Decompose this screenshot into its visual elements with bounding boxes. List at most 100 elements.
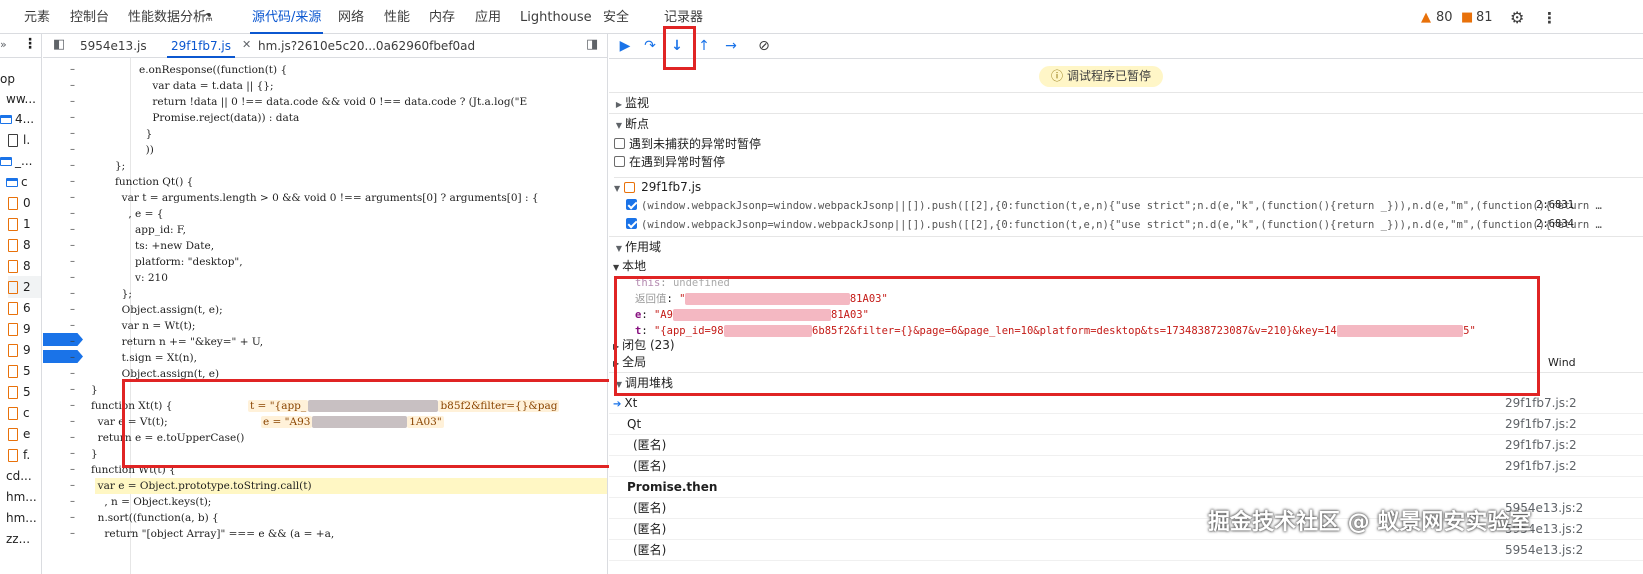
callstack-frame[interactable]: Qt 29f1fb7.js:2 [609, 414, 1643, 435]
tree-item[interactable]: 5 [8, 360, 41, 382]
breakpoint-entry[interactable]: (window.webpackJsonp=window.webpackJsonp… [626, 196, 1643, 215]
tree-item[interactable]: cd... [6, 465, 41, 487]
step-out-icon[interactable]: ↑ [695, 37, 713, 55]
breakpoint-location: 2:6831 [1536, 199, 1574, 211]
tab-performance-insights[interactable]: 性能数据分析 [128, 0, 206, 34]
gutter-line-marker[interactable]: – [70, 302, 82, 318]
tree-item[interactable]: op [0, 68, 41, 90]
gutter-line-marker[interactable]: – [70, 462, 82, 478]
gutter-line-marker[interactable]: – [70, 254, 82, 270]
watch-section-header[interactable]: ▶ 监视 [609, 92, 1643, 112]
tree-item[interactable]: e [8, 423, 41, 445]
tree-item[interactable]: 9 [8, 318, 41, 340]
tree-item[interactable]: c [6, 171, 41, 193]
callstack-frame[interactable]: (匿名) 5954e13.js:2 [609, 540, 1643, 561]
callstack-frame[interactable]: ➔ Xt 29f1fb7.js:2 [609, 393, 1643, 414]
tab-network[interactable]: 网络 [338, 0, 364, 34]
editor-tab-5954e13[interactable]: 5954e13.js [80, 34, 147, 58]
gutter-line-marker[interactable]: – [70, 190, 82, 206]
tab-sources[interactable]: 源代码/来源 [249, 0, 324, 34]
step-icon[interactable]: → [722, 37, 740, 55]
tree-item[interactable]: l. [8, 129, 41, 151]
gutter-line-marker[interactable]: – [70, 430, 82, 446]
callstack-frame[interactable]: (匿名) 29f1fb7.js:2 [609, 435, 1643, 456]
tab-memory[interactable]: 内存 [429, 0, 455, 34]
tree-item[interactable]: 9 [8, 339, 41, 361]
tree-item[interactable]: 6 [8, 297, 41, 319]
step-over-icon[interactable]: ↷ [641, 37, 659, 55]
gutter-line-marker[interactable]: – [70, 398, 82, 414]
gutter-line-marker[interactable]: – [70, 142, 82, 158]
close-tab-icon[interactable]: ✕ [242, 38, 251, 51]
tree-item[interactable]: 4... [0, 108, 41, 130]
pause-caught-option[interactable]: 在遇到异常时暂停 [614, 153, 725, 172]
gutter-line-marker[interactable]: – [70, 526, 82, 542]
resume-icon[interactable]: ▶ [616, 37, 634, 55]
callstack-frame[interactable]: (匿名) 29f1fb7.js:2 [609, 456, 1643, 477]
breakpoint-entry[interactable]: (window.webpackJsonp=window.webpackJsonp… [626, 215, 1643, 234]
deactivate-breakpoints-icon[interactable]: ⊘ [755, 37, 773, 55]
scope-section-header[interactable]: ▼ 作用域 [609, 236, 1643, 256]
pause-uncaught-checkbox[interactable] [614, 138, 625, 149]
tree-item-selected[interactable]: 2 [8, 276, 41, 298]
tree-item[interactable]: _... [0, 150, 41, 172]
breakpoints-section-header[interactable]: ▼ 断点 [609, 113, 1643, 133]
tab-console[interactable]: 控制台 [70, 0, 109, 34]
gutter-line-marker[interactable]: – [70, 126, 82, 142]
tab-performance[interactable]: 性能 [384, 0, 410, 34]
breakpoint-checkbox[interactable] [626, 199, 637, 210]
tree-item[interactable]: zz... [6, 528, 41, 550]
tree-item[interactable]: 0 [8, 192, 41, 214]
breakpoint-checkbox[interactable] [626, 218, 637, 229]
toggle-navigator-icon[interactable]: ◧ [53, 37, 65, 52]
gutter-line-marker[interactable]: – [70, 366, 82, 382]
gutter-line-marker[interactable]: – [70, 158, 82, 174]
chevron-right-icon[interactable]: » [0, 38, 7, 51]
gutter-line-marker[interactable]: – [70, 334, 82, 350]
tab-application[interactable]: 应用 [475, 0, 501, 34]
editor-tab-29f1fb7[interactable]: 29f1fb7.js [166, 34, 236, 58]
issue-count[interactable]: 81 [1476, 0, 1493, 34]
more-icon[interactable]: ⋮ [23, 36, 37, 52]
tree-item[interactable]: ww... [6, 88, 41, 110]
warning-count[interactable]: 80 [1436, 0, 1453, 34]
gutter-line-marker[interactable]: – [70, 494, 82, 510]
tree-item[interactable]: f. [8, 444, 41, 466]
breakpoint-file-row[interactable]: ▼ 29f1fb7.js [614, 177, 1643, 196]
more-menu-icon[interactable]: ⋮ [1542, 0, 1557, 34]
toggle-debugger-icon[interactable]: ◨ [586, 37, 598, 52]
tree-item[interactable]: 8 [8, 255, 41, 277]
tree-item[interactable]: c [8, 402, 41, 424]
gutter-line-marker[interactable]: – [70, 350, 82, 366]
gutter-line-marker[interactable]: – [70, 478, 82, 494]
pause-caught-checkbox[interactable] [614, 156, 625, 167]
tree-item[interactable]: hm... [6, 507, 41, 529]
tab-security[interactable]: 安全 [603, 0, 629, 34]
tree-item[interactable]: 8 [8, 234, 41, 256]
gutter-line-marker[interactable]: – [70, 222, 82, 238]
tab-elements[interactable]: 元素 [24, 0, 50, 34]
gutter-line-marker[interactable]: – [70, 94, 82, 110]
gutter-line-marker[interactable]: – [70, 238, 82, 254]
tab-lighthouse[interactable]: Lighthouse [520, 0, 592, 34]
gear-icon[interactable]: ⚙ [1510, 0, 1524, 34]
gutter-line-marker[interactable]: – [70, 270, 82, 286]
gutter-line-marker[interactable]: – [70, 446, 82, 462]
editor-tab-hm[interactable]: hm.js?2610e5c20...0a62960fbef0ad [258, 34, 475, 58]
gutter-line-marker[interactable]: – [70, 414, 82, 430]
local-scope-header[interactable]: ▼ 本地 [613, 257, 646, 276]
gutter-line-marker[interactable]: – [70, 286, 82, 302]
gutter-line-marker[interactable]: – [70, 318, 82, 334]
tree-item[interactable]: 5 [8, 381, 41, 403]
gutter-line-marker[interactable]: – [70, 110, 82, 126]
pause-uncaught-option[interactable]: 遇到未捕获的异常时暂停 [614, 135, 761, 154]
tree-item[interactable]: hm... [6, 486, 41, 508]
tree-item[interactable]: 1 [8, 213, 41, 235]
code-area[interactable]: e.onResponse((function(t) { var data = t… [91, 58, 607, 574]
gutter-line-marker[interactable]: – [70, 382, 82, 398]
gutter-line-marker[interactable]: – [70, 206, 82, 222]
gutter-line-marker[interactable]: – [70, 62, 82, 78]
gutter-line-marker[interactable]: – [70, 78, 82, 94]
gutter-line-marker[interactable]: – [70, 174, 82, 190]
gutter-line-marker[interactable]: – [70, 510, 82, 526]
